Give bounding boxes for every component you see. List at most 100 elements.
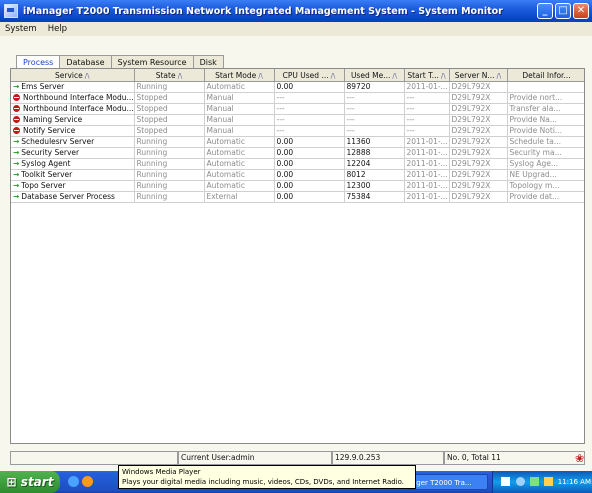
table-header: Service/\ State/\ Start Mode/\ CPU Used …: [11, 69, 584, 82]
stopped-icon: [13, 116, 20, 123]
cpu-cell: ---: [274, 125, 345, 137]
start-mode-cell: External: [204, 191, 275, 203]
process-table[interactable]: Service/\ State/\ Start Mode/\ CPU Used …: [10, 68, 585, 444]
sort-icon: /\: [392, 71, 398, 80]
memory-cell: 89720: [344, 81, 405, 93]
table-row[interactable]: → Ems Server Running Automatic 0.00 89720…: [11, 81, 584, 93]
maximize-button[interactable]: □: [555, 3, 571, 19]
start-button[interactable]: ⊞ start: [0, 471, 60, 493]
media-player-icon[interactable]: [82, 476, 93, 487]
running-arrow-icon: →: [13, 148, 20, 157]
service-name: Topo Server: [21, 181, 66, 190]
minimize-button[interactable]: _: [537, 3, 553, 19]
running-arrow-icon: →: [13, 137, 20, 146]
col-start-time[interactable]: Start T.../\: [404, 69, 450, 82]
taskbar-app-button[interactable]: ager T2000 Tra...: [408, 474, 488, 490]
table-row[interactable]: Northbound Interface Modu... Stopped Man…: [11, 103, 584, 115]
service-name: Syslog Agent: [21, 159, 71, 168]
service-name: Northbound Interface Modu...: [23, 93, 134, 102]
start-mode-cell: Automatic: [204, 147, 275, 159]
title-bar[interactable]: iManager T2000 Transmission Network Inte…: [0, 0, 592, 22]
table-row[interactable]: → Syslog Agent Running Automatic 0.00 122…: [11, 158, 584, 170]
server-cell: D29L792X: [449, 158, 508, 170]
start-label: start: [20, 475, 54, 489]
service-cell: → Schedulesrv Server: [11, 136, 135, 148]
speaker-icon[interactable]: [516, 477, 525, 486]
tab-system-resource[interactable]: System Resource: [110, 55, 194, 69]
table-body: → Ems Server Running Automatic 0.00 89720…: [11, 81, 584, 203]
col-start-mode[interactable]: Start Mode/\: [204, 69, 275, 82]
start-mode-cell: Automatic: [204, 180, 275, 192]
state-cell: Running: [134, 191, 205, 203]
start-mode-cell: Manual: [204, 92, 275, 104]
status-ip-address: 129.9.0.253: [332, 451, 444, 465]
start-mode-cell: Automatic: [204, 136, 275, 148]
close-button[interactable]: ✕: [573, 3, 589, 19]
huawei-logo-icon: ❀: [575, 452, 585, 465]
memory-cell: ---: [344, 125, 405, 137]
cpu-cell: 0.00: [274, 81, 345, 93]
col-server-name[interactable]: Server N.../\: [449, 69, 508, 82]
internet-explorer-icon[interactable]: [68, 476, 79, 487]
server-cell: D29L792X: [449, 114, 508, 126]
col-label: Server N...: [454, 70, 495, 80]
col-label: Start Mode: [215, 70, 257, 80]
security-icon[interactable]: [530, 477, 539, 486]
menu-help[interactable]: Help: [43, 24, 73, 34]
cpu-cell: 0.00: [274, 180, 345, 192]
tab-database[interactable]: Database: [59, 55, 112, 69]
server-cell: D29L792X: [449, 92, 508, 104]
network-icon[interactable]: [501, 477, 510, 486]
table-row[interactable]: → Schedulesrv Server Running Automatic 0.…: [11, 136, 584, 148]
service-cell: Notify Service: [11, 125, 135, 137]
sort-icon: /\: [440, 71, 446, 80]
service-name: Ems Server: [21, 82, 65, 91]
cpu-cell: 0.00: [274, 147, 345, 159]
tab-strip: Process Database System Resource Disk: [16, 55, 224, 69]
memory-cell: 12204: [344, 158, 405, 170]
status-record-count: No. 0, Total 11: [444, 451, 585, 465]
cpu-cell: 0.00: [274, 136, 345, 148]
running-arrow-icon: →: [13, 181, 20, 190]
start-mode-cell: Manual: [204, 125, 275, 137]
col-service[interactable]: Service/\: [11, 69, 135, 82]
detail-cell: [507, 81, 584, 93]
col-cpu-used[interactable]: CPU Used .../\: [274, 69, 345, 82]
sort-icon: /\: [330, 71, 336, 80]
state-cell: Running: [134, 180, 205, 192]
menu-system[interactable]: System: [0, 24, 43, 34]
tooltip-text: Plays your digital media including music…: [122, 478, 405, 486]
col-label: State: [155, 70, 176, 80]
sort-icon: /\: [496, 71, 502, 80]
table-row[interactable]: → Topo Server Running Automatic 0.00 1230…: [11, 180, 584, 192]
tab-process[interactable]: Process: [16, 55, 61, 69]
server-cell: D29L792X: [449, 136, 508, 148]
service-name: Database Server Process: [21, 192, 115, 201]
table-row[interactable]: Naming Service Stopped Manual --- --- --…: [11, 114, 584, 126]
service-cell: → Topo Server: [11, 180, 135, 192]
table-row[interactable]: Notify Service Stopped Manual --- --- --…: [11, 125, 584, 137]
table-row[interactable]: → Toolkit Server Running Automatic 0.00 8…: [11, 169, 584, 181]
service-cell: → Database Server Process: [11, 191, 135, 203]
table-row[interactable]: → Database Server Process Running Externa…: [11, 191, 584, 203]
service-cell: Northbound Interface Modu...: [11, 92, 135, 104]
service-name: Naming Service: [23, 115, 83, 124]
col-detail-info[interactable]: Detail Infor...: [507, 69, 584, 82]
tab-disk[interactable]: Disk: [192, 55, 224, 69]
server-cell: D29L792X: [449, 147, 508, 159]
col-used-memory[interactable]: Used Me.../\: [344, 69, 405, 82]
detail-cell: Topology m...: [507, 180, 584, 192]
memory-cell: 8012: [344, 169, 405, 181]
col-state[interactable]: State/\: [134, 69, 205, 82]
cpu-cell: ---: [274, 92, 345, 104]
table-row[interactable]: Northbound Interface Modu... Stopped Man…: [11, 92, 584, 104]
running-arrow-icon: →: [13, 192, 20, 201]
service-cell: → Ems Server: [11, 81, 135, 93]
tray-app-icon[interactable]: [544, 477, 553, 486]
server-cell: D29L792X: [449, 180, 508, 192]
windows-flag-icon: ⊞: [6, 475, 17, 489]
state-cell: Stopped: [134, 114, 205, 126]
col-label: Detail Infor...: [522, 70, 571, 80]
table-row[interactable]: → Security Server Running Automatic 0.00 …: [11, 147, 584, 159]
detail-cell: Security ma...: [507, 147, 584, 159]
